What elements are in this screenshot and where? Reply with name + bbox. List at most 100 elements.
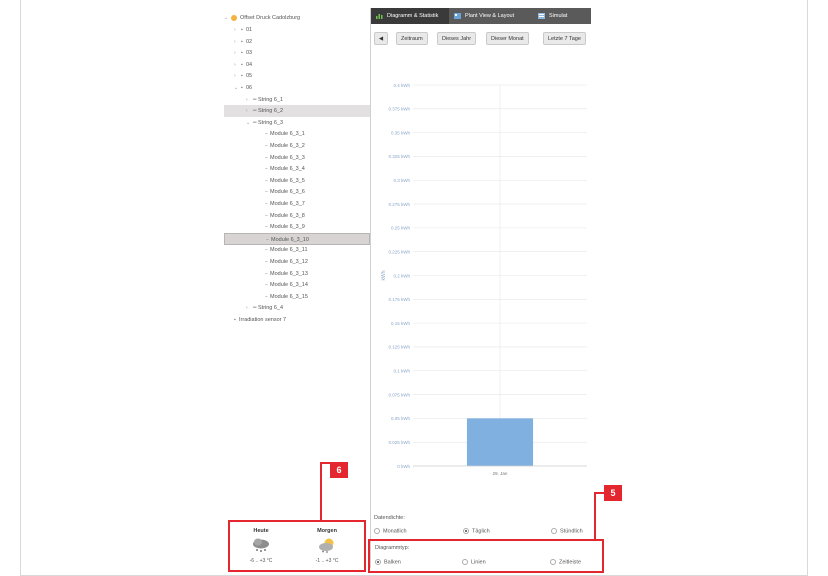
tree-item-label: Module 6_3_15 (270, 293, 308, 300)
chevron-down-icon[interactable]: ⌄ (224, 12, 231, 24)
y-tick-label: 0.3 kWh (393, 178, 410, 183)
weather-tomorrow-temp: -1 .. +3 °C (315, 558, 339, 564)
tree-item[interactable]: − Module 6_3_14 (224, 279, 370, 291)
tree-item-label: String 6_4 (258, 305, 284, 312)
layout-icon (454, 13, 461, 19)
sun-cloud-icon (319, 538, 334, 553)
chevron-right-icon[interactable]: › (246, 105, 253, 117)
tree-item[interactable]: › ▪ 05 (224, 70, 370, 82)
tree-item[interactable]: − Module 6_3_6 (224, 186, 370, 198)
tree-item[interactable]: − Module 6_3_9 (224, 221, 370, 233)
tree-item[interactable]: › ═String 6_1 (224, 94, 370, 106)
radio-circle[interactable] (551, 528, 557, 534)
dieses-jahr-button[interactable]: Dieses Jahr (437, 32, 477, 45)
tree-item-label: Module 6_3_5 (270, 177, 305, 184)
tree-item[interactable]: − Module 6_3_8 (224, 210, 370, 222)
chevron-right-icon[interactable]: › (234, 70, 241, 82)
tree-item-label: Module 6_3_8 (270, 212, 305, 219)
chart-svg: 0 kWh 0.025 kWh 0.05 kWh 0.075 kWh 0.1 kWh 0.… (381, 83, 587, 476)
tree-item[interactable]: − Module 6_3_10 (224, 232, 370, 245)
tree-item[interactable]: › ▪ 02 (224, 36, 370, 48)
tree-item[interactable]: − Module 6_3_3 (224, 152, 370, 164)
tree-item-label: Module 6_3_9 (270, 224, 305, 231)
tree-item-label: 04 (246, 61, 253, 68)
tree-item[interactable]: − Module 6_3_5 (224, 175, 370, 187)
chevron-down-icon[interactable]: ⌄ (246, 117, 253, 129)
radio-label: Linien (471, 559, 486, 566)
tree-item[interactable]: › ▪ 01 (224, 24, 370, 36)
tree-item-label: String 6_2 (258, 108, 284, 115)
tree-root-label: Offset Druck Cadolzburg (240, 15, 301, 21)
radio-monatlich[interactable]: Monatlich (374, 528, 407, 534)
tree-item[interactable]: ⌄ ▪ 06 (224, 82, 370, 94)
radio-circle[interactable] (462, 559, 468, 565)
tab-diagramm-statistik[interactable]: Diagramm & Statistik (371, 8, 449, 24)
radio-label: Täglich (472, 528, 490, 535)
chevron-right-icon[interactable]: › (234, 47, 241, 59)
back-arrow-button[interactable]: ◀ (374, 32, 388, 45)
y-tick-label: 0.35 kWh (391, 130, 411, 135)
tree-item[interactable]: › ▪ 04 (224, 59, 370, 71)
chevron-right-icon[interactable]: › (234, 59, 241, 71)
radio-circle[interactable] (375, 559, 381, 565)
chevron-right-icon[interactable]: › (234, 36, 241, 48)
dieser-monat-button[interactable]: Dieser Monat (486, 32, 529, 45)
tree-item-label: Module 6_3_13 (270, 270, 308, 277)
tab-plant-view-layout[interactable]: Plant View & Layout (449, 8, 533, 24)
tree-item-label: 03 (246, 50, 253, 57)
y-tick-label: 0.175 kWh (388, 297, 410, 302)
tree-item[interactable]: − Module 6_3_4 (224, 163, 370, 175)
y-tick-label: 0.025 kWh (388, 440, 410, 445)
tree-root[interactable]: ⌄ Offset Druck Cadolzburg (224, 12, 300, 24)
tree-item-label: Module 6_3_10 (271, 236, 309, 243)
y-tick-label: 0.275 kWh (388, 202, 410, 207)
weather-tomorrow-label: Morgen (317, 528, 337, 534)
radio-circle[interactable] (550, 559, 556, 565)
tree-item-label: Module 6_3_1 (270, 131, 305, 138)
tab-bar: Diagramm & Statistik Plant View & Layout… (371, 8, 591, 24)
letzte-7-tage-button[interactable]: Letzte 7 Tage (543, 32, 586, 45)
y-tick-label: 0.15 kWh (391, 321, 411, 326)
callout-5-badge: 5 (604, 485, 622, 501)
tree-item[interactable]: − Module 6_3_15 (224, 291, 370, 303)
radio-taeglich[interactable]: Täglich (463, 528, 490, 534)
chevron-right-icon[interactable]: › (246, 302, 253, 314)
tree-item[interactable]: › ═String 6_4 (224, 302, 370, 314)
chevron-right-icon[interactable]: › (246, 94, 253, 106)
radio-stuendlich[interactable]: Stündlich (551, 528, 583, 534)
x-tick-label: 29. Jan (493, 471, 508, 476)
y-axis-label: kWh (381, 270, 387, 280)
tab-simulation[interactable]: Simulat (533, 8, 591, 24)
tree-item[interactable]: − Module 6_3_2 (224, 140, 370, 152)
zeitraum-button[interactable]: Zeitraum (396, 32, 428, 45)
y-tick-label: 0.05 kWh (391, 416, 411, 421)
tree-item[interactable]: − Module 6_3_1 (224, 128, 370, 140)
radio-zeitleiste[interactable]: Zeitleiste (550, 559, 581, 565)
y-tick-label: 0.1 kWh (393, 369, 410, 374)
tree-item[interactable]: − Module 6_3_7 (224, 198, 370, 210)
y-tick-label: 0.325 kWh (388, 154, 410, 159)
tree-item-label: String 6_3 (258, 119, 284, 126)
radio-circle[interactable] (463, 528, 469, 534)
tree-item-label: Module 6_3_3 (270, 154, 305, 161)
chevron-right-icon[interactable]: › (234, 24, 241, 36)
datendichte-label: Datendichte: (374, 515, 405, 521)
tree-item[interactable]: › ▪ 03 (224, 47, 370, 59)
tree-item[interactable]: › ═String 6_2 (224, 105, 370, 118)
tree-item[interactable]: − Module 6_3_12 (224, 256, 370, 268)
tree-item[interactable]: ⌄ ═String 6_3 (224, 117, 370, 129)
callout-6-line-h (320, 462, 330, 464)
y-tick-label: 0.225 kWh (388, 249, 410, 254)
tree-item[interactable]: − Module 6_3_13 (224, 268, 370, 280)
tree-item[interactable]: − Module 6_3_11 (224, 244, 370, 256)
tree-item-label: Module 6_3_12 (270, 259, 308, 265)
chevron-down-icon[interactable]: ⌄ (234, 82, 241, 94)
radio-circle[interactable] (374, 528, 380, 534)
weather-tomorrow: Morgen -1 .. +3 °C (302, 528, 352, 564)
radio-linien[interactable]: Linien (462, 559, 486, 565)
tree-item[interactable]: ▪ Irradiation sensor 7 (224, 314, 370, 326)
radio-balken[interactable]: Balken (375, 559, 401, 565)
bar[interactable] (466, 418, 534, 466)
y-tick-label: 0.4 kWh (393, 83, 410, 88)
tree-item-label: Module 6_3_6 (270, 189, 305, 196)
